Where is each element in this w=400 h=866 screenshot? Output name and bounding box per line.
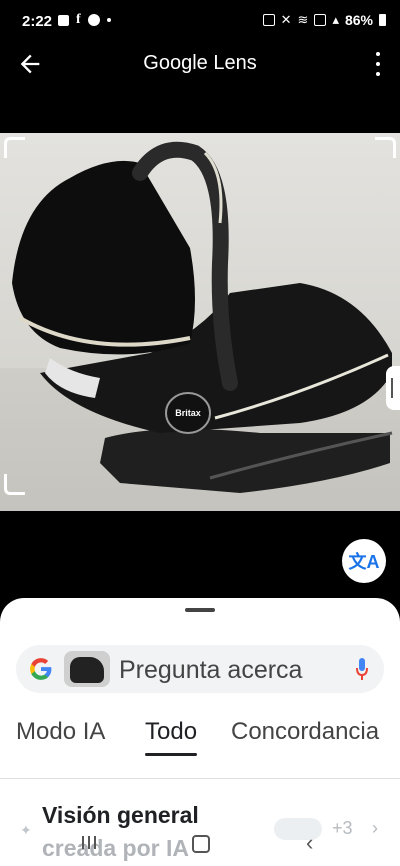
- mute-icon: ✕: [280, 12, 292, 27]
- volte-icon: [314, 14, 327, 26]
- lens-photo[interactable]: Britax: [0, 133, 400, 511]
- wifi-icon: ≋: [297, 12, 309, 27]
- nfc-icon: [262, 14, 275, 26]
- mic-icon[interactable]: [356, 658, 368, 680]
- google-logo-icon: [30, 658, 52, 680]
- search-placeholder[interactable]: Pregunta acerca: [119, 656, 302, 685]
- gallery-icon: [58, 14, 69, 26]
- sheet-drag-handle[interactable]: [185, 608, 215, 612]
- tab-modo-ia[interactable]: Modo IA: [16, 718, 105, 746]
- ai-overview-title: Visión general: [42, 802, 199, 828]
- translate-button[interactable]: 文A: [342, 539, 386, 583]
- crop-corner-top-right[interactable]: [375, 137, 396, 158]
- battery-level: 86%: [344, 12, 373, 28]
- results-tabs: Modo IA Todo Concordancia: [0, 718, 400, 762]
- status-time: 2:22: [22, 13, 53, 30]
- app-bar: Google Lens: [0, 44, 400, 84]
- britax-badge: Britax: [175, 408, 201, 418]
- facebook-icon: f: [76, 12, 81, 27]
- tab-concordancia[interactable]: Concordancia: [231, 718, 379, 746]
- crop-corner-bottom-left[interactable]: [4, 474, 25, 495]
- car-seat-illustration: Britax: [12, 141, 393, 493]
- status-right-icons: ✕ ≋ ▴ 86%: [262, 12, 386, 28]
- crop-side-handle[interactable]: [386, 366, 400, 410]
- tab-todo[interactable]: Todo: [145, 718, 198, 756]
- crop-corner-top-left[interactable]: [4, 137, 25, 158]
- battery-icon: [379, 14, 386, 26]
- search-bar[interactable]: Pregunta acerca: [16, 645, 384, 693]
- home-icon[interactable]: [192, 835, 210, 853]
- status-bar: 2:22 f ✕ ≋ ▴ 86%: [0, 0, 400, 44]
- back-nav-icon[interactable]: ‹: [306, 830, 313, 856]
- tabs-divider: [0, 778, 400, 779]
- app-title: Google Lens: [143, 52, 257, 74]
- more-vert-icon[interactable]: [374, 52, 382, 76]
- dot-icon: [106, 18, 111, 22]
- image-thumbnail[interactable]: [64, 651, 110, 687]
- status-left-icons: f: [58, 12, 111, 27]
- recents-icon[interactable]: [82, 836, 96, 849]
- translate-icon: 文A: [348, 552, 380, 572]
- system-nav-bar: ‹: [0, 826, 400, 866]
- signal-icon: ▴: [332, 12, 339, 27]
- account-icon: [87, 14, 100, 26]
